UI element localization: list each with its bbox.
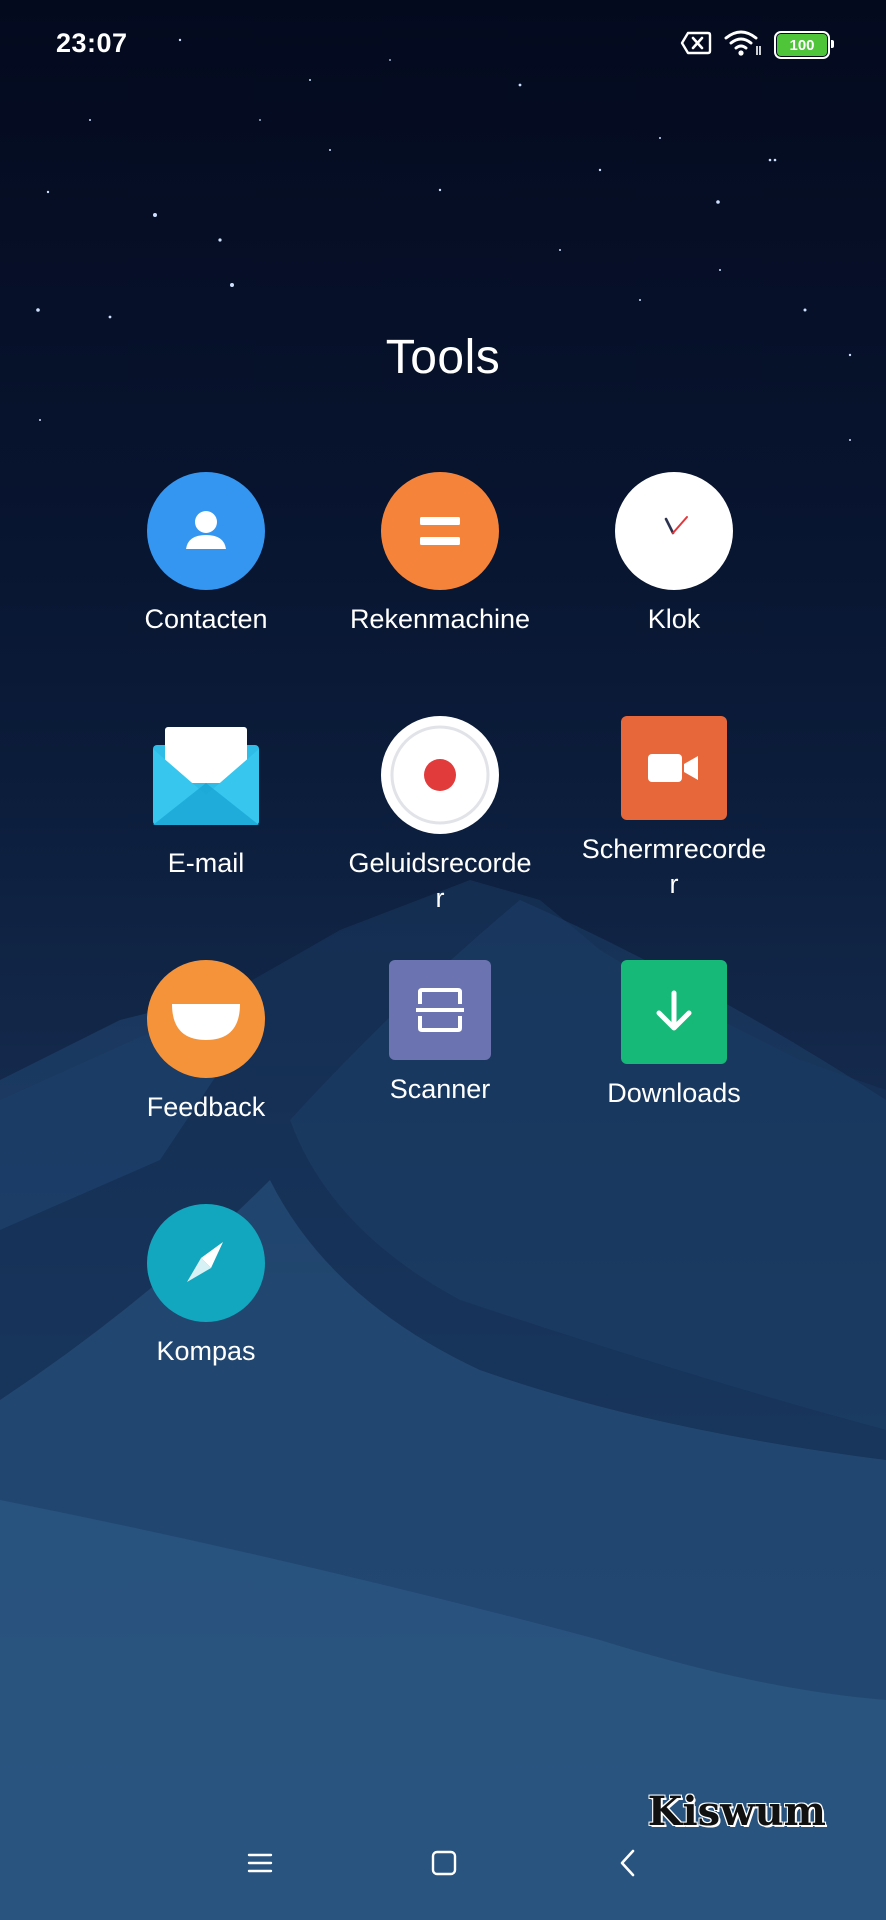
app-downloads[interactable]: Downloads [574, 960, 774, 1111]
sound-recorder-icon [381, 716, 499, 834]
menu-icon [246, 1851, 274, 1880]
watermark: Kiswum [647, 1788, 826, 1835]
app-klok[interactable]: Klok [574, 472, 774, 637]
clock-icon [615, 472, 733, 590]
app-geluidsrecorder[interactable]: Geluidsrecorder [340, 716, 540, 916]
menu-button[interactable] [230, 1840, 290, 1890]
app-label: E-mail [167, 848, 245, 878]
navigation-bar [0, 1830, 886, 1900]
app-scanner[interactable]: Scanner [340, 960, 540, 1107]
back-icon [616, 1848, 640, 1883]
scanner-icon [389, 960, 491, 1060]
app-rekenmachine[interactable]: Rekenmachine [340, 472, 540, 637]
feedback-icon [147, 960, 265, 1078]
app-label: Scanner [389, 1074, 491, 1104]
app-email[interactable]: E-mail [106, 716, 306, 881]
back-button[interactable] [598, 1840, 658, 1890]
app-label: Contacten [144, 604, 268, 634]
app-label: Kompas [156, 1336, 256, 1366]
app-kompas[interactable]: Kompas [106, 1204, 306, 1369]
app-label: Downloads [607, 1078, 741, 1108]
email-icon [147, 716, 265, 834]
app-feedback[interactable]: Feedback [106, 960, 306, 1125]
screen-recorder-icon [621, 716, 727, 820]
app-schermrecorder[interactable]: Schermrecorder [574, 716, 774, 902]
app-label: Feedback [146, 1092, 266, 1122]
app-label: Geluidsrecorder [348, 848, 532, 913]
home-button[interactable] [414, 1840, 474, 1890]
contacts-icon [147, 472, 265, 590]
compass-icon [147, 1204, 265, 1322]
home-icon [430, 1849, 458, 1882]
app-label: Klok [647, 604, 701, 634]
app-grid: Contacten Rekenmachine Klok E-mail Gelui… [0, 0, 886, 1500]
app-label: Schermrecorder [581, 834, 767, 899]
app-contacten[interactable]: Contacten [106, 472, 306, 637]
downloads-icon [621, 960, 727, 1064]
calculator-icon [381, 472, 499, 590]
app-label: Rekenmachine [349, 604, 531, 634]
